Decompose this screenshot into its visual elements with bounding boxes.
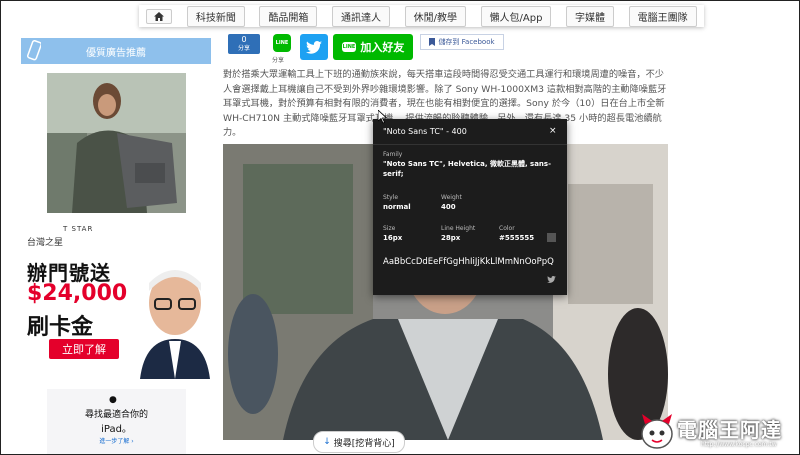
- mascot-icon: [641, 414, 673, 449]
- promo-label: 優質廣告推薦: [86, 47, 146, 59]
- weight-value: 400: [441, 203, 456, 211]
- ad3-line1: 尋找最適合你的: [84, 410, 148, 420]
- size-value: 16px: [383, 234, 403, 242]
- font-inspector-title: "Noto Sans TC" - 400: [383, 127, 467, 136]
- divider: [373, 144, 567, 145]
- fb-share-label: 分享: [237, 45, 250, 52]
- site-watermark-logo: 電腦王阿達 http://www.kocpc.com.tw: [633, 410, 799, 454]
- twitter-icon[interactable]: [547, 276, 556, 283]
- nav-item-leisure[interactable]: 休閒/教學: [404, 5, 466, 27]
- search-suggestion-label: 搜尋[挖背背心]: [333, 438, 395, 449]
- nav-item-team[interactable]: 電腦王團隊: [628, 5, 697, 27]
- apple-logo-icon: ●: [109, 395, 117, 405]
- font-sample-text: AaBbCcDdEeFfGgHhIiJjKkLlMmNnOoPpQ: [383, 257, 554, 267]
- bookmark-icon: [429, 38, 436, 46]
- family-value: "Noto Sans TC", Helvetica, 微軟正黑體, sans-s…: [383, 160, 551, 178]
- ad-ipad[interactable]: ● 尋找最適合你的 iPad。 進一步了解 ›: [47, 389, 186, 454]
- ad-line3: 刷卡金: [27, 315, 94, 340]
- font-inspector-popup: "Noto Sans TC" - 400 × Family "Noto Sans…: [373, 119, 567, 295]
- ad3-line2: iPad。: [101, 424, 132, 435]
- fb-save-label: 儲存到 Facebook: [438, 38, 495, 46]
- backpack-photo: [47, 73, 186, 213]
- arrow-down-icon: ↓: [323, 437, 331, 447]
- browser-viewport: 科技新聞 酷品開箱 通訊達人 休閒/教學 懶人包/App 字媒體 電腦王團隊 優…: [0, 0, 800, 455]
- twitter-share-button[interactable]: [300, 34, 328, 60]
- mouse-cursor-icon: [378, 110, 387, 124]
- ad-brand: T STAR: [63, 225, 94, 233]
- search-suggestion-pill[interactable]: ↓ 搜尋[挖背背心]: [313, 431, 405, 453]
- nav-item-tech-news[interactable]: 科技新聞: [186, 5, 245, 27]
- ad-line2: $24,000: [27, 281, 128, 306]
- line-height-label: Line Height: [441, 225, 476, 232]
- facebook-share-button[interactable]: 0 分享: [228, 34, 260, 54]
- line-share-button[interactable]: LINE: [273, 34, 291, 52]
- style-value: normal: [383, 203, 411, 211]
- line-icon: LINE: [275, 40, 289, 46]
- line-height-value: 28px: [441, 234, 461, 242]
- ad-cta-button[interactable]: 立即了解: [49, 339, 119, 359]
- twitter-icon: [306, 40, 322, 54]
- home-button[interactable]: [146, 8, 173, 24]
- color-value: #555555: [499, 234, 535, 242]
- watermark-title: 電腦王阿達: [677, 418, 782, 442]
- line-add-label: 加入好友: [360, 41, 405, 54]
- line-share-caption: 分享: [272, 57, 285, 64]
- nav-item-mobile[interactable]: 通訊達人: [332, 5, 391, 27]
- home-icon: [154, 11, 165, 21]
- ad-tstar[interactable]: T STAR 台灣之星 辦門號送 $24,000 刷卡金 立即了解: [23, 223, 210, 379]
- watermark-url: http://www.kocpc.com.tw: [701, 441, 777, 448]
- size-label: Size: [383, 225, 396, 232]
- nav-item-unboxing[interactable]: 酷品開箱: [259, 5, 318, 27]
- top-nav: 科技新聞 酷品開箱 通訊達人 休閒/教學 懶人包/App 字媒體 電腦王團隊: [139, 5, 704, 27]
- family-label: Family: [383, 151, 403, 158]
- nav-item-guides-app[interactable]: 懶人包/App: [480, 5, 552, 27]
- nav-item-fonts[interactable]: 字媒體: [566, 5, 615, 27]
- color-label: Color: [499, 225, 515, 232]
- line-add-friend-button[interactable]: LINE 加入好友: [333, 34, 413, 60]
- ad-portrait: [140, 270, 210, 379]
- color-swatch: [547, 233, 556, 242]
- style-label: Style: [383, 194, 399, 201]
- phone-icon: [27, 40, 41, 61]
- ad3-link[interactable]: 進一步了解 ›: [47, 436, 186, 445]
- promo-banner[interactable]: 優質廣告推薦: [21, 38, 211, 64]
- fb-share-count: 0: [241, 35, 247, 44]
- close-icon[interactable]: ×: [549, 126, 557, 136]
- line-bubble-icon: LINE: [341, 42, 357, 52]
- facebook-save-button[interactable]: 儲存到 Facebook: [420, 34, 504, 50]
- ad-brand-cn: 台灣之星: [27, 238, 64, 248]
- ad-image-backpack[interactable]: [47, 73, 186, 213]
- weight-label: Weight: [441, 194, 462, 201]
